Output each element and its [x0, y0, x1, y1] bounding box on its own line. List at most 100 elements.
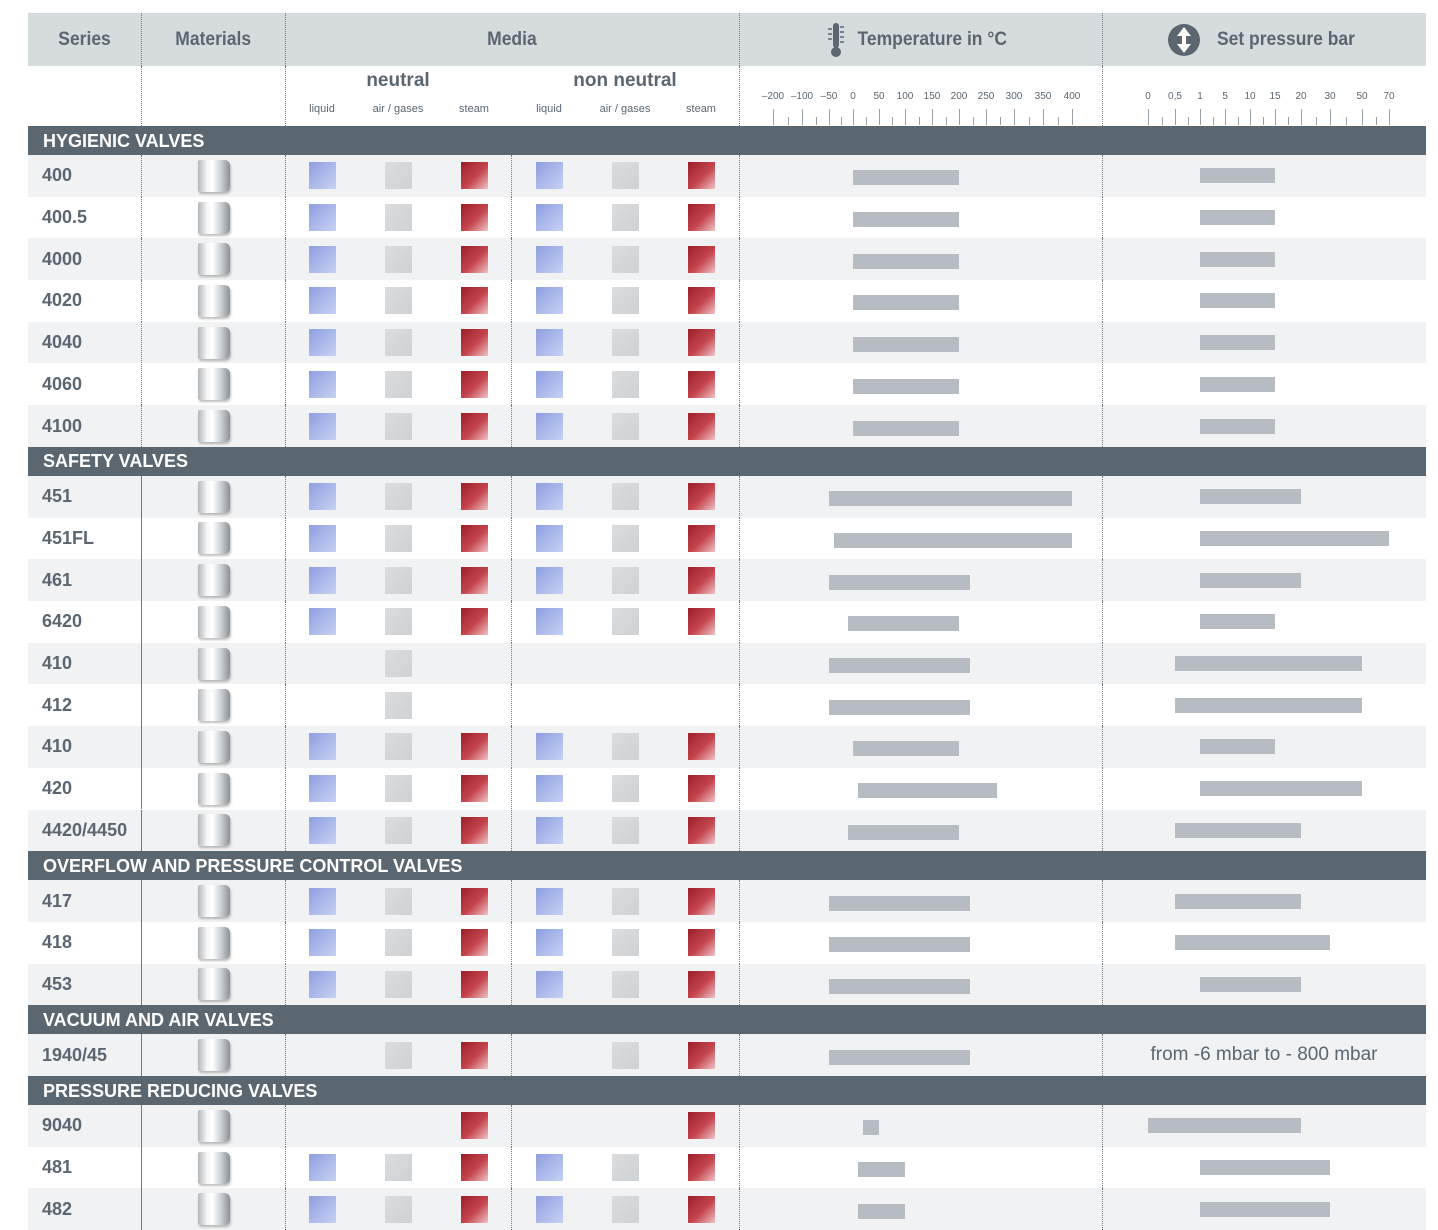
liquid-media-marker — [536, 483, 563, 511]
media-header: Media — [285, 13, 739, 66]
column-divider — [285, 559, 286, 601]
column-divider — [141, 1105, 142, 1147]
column-divider — [739, 880, 740, 922]
table-row: 410 — [28, 726, 1426, 768]
temperature-header-label: Temperature in °C — [857, 28, 1008, 50]
liquid-media-marker — [309, 775, 336, 803]
column-divider — [285, 280, 286, 322]
liquid-media-marker — [309, 566, 336, 594]
liquid-media-marker — [536, 412, 563, 440]
pressure-tick — [1301, 109, 1302, 125]
air-gases-media-marker — [612, 162, 639, 190]
temperature-tick-label: 0 — [850, 91, 856, 102]
media-sublabel-liquid: liquid — [309, 103, 335, 115]
column-divider — [1102, 475, 1103, 518]
steam-media-marker — [461, 1195, 488, 1223]
pressure-minor-tick — [1262, 117, 1264, 125]
column-divider — [1102, 1146, 1103, 1189]
stainless-steel-material-icon — [198, 564, 230, 597]
column-divider — [739, 280, 740, 322]
media-group-divider — [511, 1188, 512, 1230]
temperature-tick — [905, 109, 906, 125]
steam-media-marker — [461, 608, 488, 636]
table-row: 4040 — [28, 321, 1426, 364]
media-group-divider — [511, 809, 512, 852]
column-divider — [1102, 517, 1103, 560]
column-divider — [739, 767, 740, 810]
column-divider — [739, 559, 740, 601]
stainless-steel-material-icon — [198, 410, 230, 443]
temperature-range-bar — [853, 337, 959, 353]
column-divider — [739, 517, 740, 560]
table-row: 420 — [28, 767, 1426, 810]
steam-media-marker — [688, 412, 715, 440]
column-divider — [739, 155, 740, 197]
valve-overview-table: Series Materials Media Temperature in °C — [28, 13, 1426, 1230]
media-group-divider — [511, 767, 512, 810]
series-name: 4100 — [42, 415, 83, 436]
column-divider — [141, 767, 142, 810]
stainless-steel-material-icon — [198, 926, 230, 959]
steam-media-marker — [688, 775, 715, 803]
temperature-range-bar — [829, 491, 1072, 507]
temperature-range-bar — [853, 295, 959, 311]
pressure-tick-label: 30 — [1324, 91, 1336, 102]
column-divider — [1102, 921, 1103, 964]
pressure-tick — [1250, 109, 1251, 125]
temperature-tick-label: 150 — [923, 91, 941, 102]
liquid-media-marker — [536, 816, 563, 844]
media-group-divider — [511, 321, 512, 364]
air-gases-media-marker — [385, 524, 412, 552]
media-group-divider — [511, 601, 512, 643]
pressure-range-bar — [1200, 335, 1275, 351]
air-gases-media-marker — [612, 1154, 639, 1182]
series-name: 6420 — [42, 611, 83, 632]
air-gases-media-marker — [385, 887, 412, 915]
series-name: 418 — [42, 932, 73, 953]
liquid-media-marker — [536, 287, 563, 315]
steam-media-marker — [688, 608, 715, 636]
column-divider — [1102, 601, 1103, 643]
liquid-media-marker — [536, 524, 563, 552]
column-divider — [285, 363, 286, 406]
air-gases-media-marker — [612, 775, 639, 803]
column-divider — [285, 475, 286, 518]
table-row: 4060 — [28, 363, 1426, 406]
temperature-tick-label: –50 — [820, 91, 838, 102]
temperature-minor-tick — [892, 117, 893, 125]
media-group-divider — [511, 921, 512, 964]
pressure-range-bar — [1200, 614, 1275, 630]
section-header: OVERFLOW AND PRESSURE CONTROL VALVES — [28, 851, 1426, 882]
column-divider — [141, 559, 142, 601]
air-gases-media-marker — [385, 1195, 412, 1223]
series-name: 420 — [42, 778, 73, 799]
air-gases-media-marker — [385, 245, 412, 273]
steam-media-marker — [461, 245, 488, 273]
series-name: 4060 — [42, 373, 83, 394]
temperature-range-bar — [863, 1120, 879, 1136]
temperature-minor-tick — [841, 117, 842, 125]
column-divider — [739, 601, 740, 643]
table-row: 482 — [28, 1188, 1426, 1230]
section-header: SAFETY VALVES — [28, 446, 1426, 477]
column-divider — [285, 601, 286, 643]
steam-media-marker — [461, 733, 488, 761]
column-divider — [739, 238, 740, 281]
temperature-range-bar — [853, 170, 959, 186]
steam-media-marker — [461, 1112, 488, 1140]
stainless-steel-material-icon — [198, 326, 230, 359]
stainless-steel-material-icon — [198, 368, 230, 401]
liquid-media-marker — [309, 733, 336, 761]
neutral-label: neutral — [366, 70, 430, 91]
series-name: 482 — [42, 1198, 73, 1219]
column-divider — [285, 642, 286, 685]
series-name: 481 — [42, 1157, 73, 1178]
column-divider — [1102, 155, 1103, 197]
pressure-minor-tick — [1187, 117, 1189, 125]
liquid-media-marker — [536, 162, 563, 190]
column-divider — [141, 196, 142, 239]
column-divider — [141, 1034, 142, 1076]
steam-media-marker — [688, 816, 715, 844]
temperature-range-bar — [833, 532, 1072, 548]
pressure-range-bar — [1200, 572, 1301, 588]
